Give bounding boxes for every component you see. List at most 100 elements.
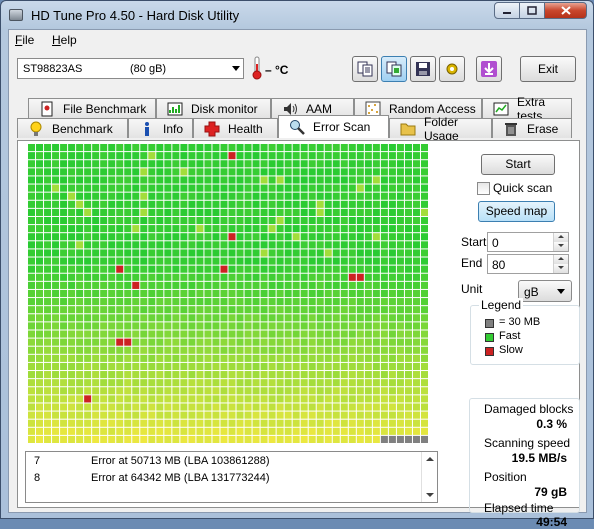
- copy-screenshot-button[interactable]: [381, 56, 407, 82]
- map-block: [244, 435, 252, 443]
- map-block: [68, 371, 76, 379]
- map-block: [172, 338, 180, 346]
- map-block: [140, 184, 148, 192]
- map-block: [412, 354, 420, 362]
- map-block: [204, 330, 212, 338]
- map-block: [252, 362, 260, 371]
- map-block: [340, 249, 348, 257]
- menu-help[interactable]: Help: [52, 33, 77, 47]
- copy-info-button[interactable]: [352, 56, 378, 82]
- map-block: [44, 338, 52, 346]
- speed-map-button[interactable]: Speed map: [478, 201, 555, 222]
- map-block: [372, 306, 380, 314]
- start-button[interactable]: Start: [481, 154, 555, 175]
- map-block: [420, 371, 428, 379]
- spin-down-icon[interactable]: [553, 264, 568, 273]
- map-block: [324, 281, 332, 289]
- end-field[interactable]: 80: [487, 254, 569, 274]
- exit-button[interactable]: Exit: [520, 56, 576, 82]
- tab-info[interactable]: Info: [128, 118, 193, 138]
- map-block: [60, 411, 68, 419]
- drive-select[interactable]: ST98823AS (80 gB): [17, 58, 244, 79]
- error-log[interactable]: 7 Error at 50713 MB (LBA 103861288) 8 Er…: [25, 451, 438, 503]
- map-block: [172, 184, 180, 192]
- map-block: [228, 314, 236, 322]
- scroll-down-icon[interactable]: [426, 493, 434, 497]
- map-block: [236, 192, 244, 200]
- close-button[interactable]: [544, 2, 587, 19]
- tab-error-scan[interactable]: Error Scan: [278, 115, 389, 138]
- map-block: [228, 395, 236, 403]
- tab-erase[interactable]: Erase: [492, 118, 572, 138]
- map-block: [284, 314, 292, 322]
- map-block: [164, 160, 172, 168]
- map-block: [316, 403, 324, 411]
- quick-scan-checkbox[interactable]: [477, 182, 490, 195]
- map-block: [164, 192, 172, 200]
- map-block: [236, 338, 244, 346]
- unit-select[interactable]: gB: [518, 280, 572, 302]
- map-block: [124, 257, 132, 265]
- map-block: [316, 265, 324, 273]
- map-block: [108, 265, 116, 273]
- map-block: [44, 354, 52, 362]
- tab-extra-tests[interactable]: Extra tests: [482, 95, 572, 123]
- map-block: [332, 371, 340, 379]
- map-block: [412, 346, 420, 354]
- map-block: [260, 387, 268, 395]
- map-block: [92, 411, 100, 419]
- spin-up-icon[interactable]: [553, 255, 568, 264]
- map-block: [52, 362, 60, 371]
- spin-up-icon[interactable]: [553, 233, 568, 242]
- map-block: [92, 306, 100, 314]
- map-block: [420, 233, 428, 241]
- map-block: [180, 265, 188, 273]
- map-block: [28, 273, 36, 281]
- map-block: [244, 322, 252, 330]
- map-block: [316, 233, 324, 241]
- map-block: [68, 289, 76, 298]
- map-block: [132, 346, 140, 354]
- map-block: [124, 387, 132, 395]
- map-block: [28, 395, 36, 403]
- map-block: [228, 306, 236, 314]
- map-block: [308, 354, 316, 362]
- tab-health[interactable]: Health: [193, 118, 278, 138]
- spin-down-icon[interactable]: [553, 242, 568, 251]
- map-block: [364, 152, 372, 160]
- map-block: [372, 338, 380, 346]
- map-block: [372, 200, 380, 208]
- menu-file[interactable]: File: [15, 33, 34, 47]
- map-block: [404, 160, 412, 168]
- tab-disk-monitor[interactable]: Disk monitor: [156, 98, 271, 118]
- maximize-button[interactable]: [519, 2, 545, 19]
- map-block: [172, 233, 180, 241]
- map-block: [60, 338, 68, 346]
- map-block: [52, 200, 60, 208]
- map-block: [236, 379, 244, 387]
- start-field[interactable]: 0: [487, 232, 569, 252]
- title-bar[interactable]: HD Tune Pro 4.50 - Hard Disk Utility: [1, 1, 593, 29]
- map-block: [68, 233, 76, 241]
- minimize-button[interactable]: [494, 2, 520, 19]
- tab-file-benchmark[interactable]: File Benchmark: [28, 98, 156, 118]
- download-button[interactable]: [476, 56, 502, 82]
- map-block: [332, 216, 340, 225]
- map-block: [316, 427, 324, 435]
- log-scrollbar[interactable]: [421, 452, 437, 502]
- save-button[interactable]: [410, 56, 436, 82]
- map-block: [228, 411, 236, 419]
- map-block: [388, 411, 396, 419]
- map-block: [252, 411, 260, 419]
- map-block: [76, 371, 84, 379]
- map-block: [36, 435, 44, 443]
- map-block: [396, 160, 404, 168]
- tab-folder-usage[interactable]: Folder Usage: [389, 115, 492, 143]
- options-button[interactable]: [439, 56, 465, 82]
- tab-benchmark[interactable]: Benchmark: [17, 118, 128, 138]
- map-block: [84, 362, 92, 371]
- map-block: [348, 362, 356, 371]
- scroll-up-icon[interactable]: [426, 457, 434, 461]
- map-block: [380, 403, 388, 411]
- map-block: [116, 233, 124, 241]
